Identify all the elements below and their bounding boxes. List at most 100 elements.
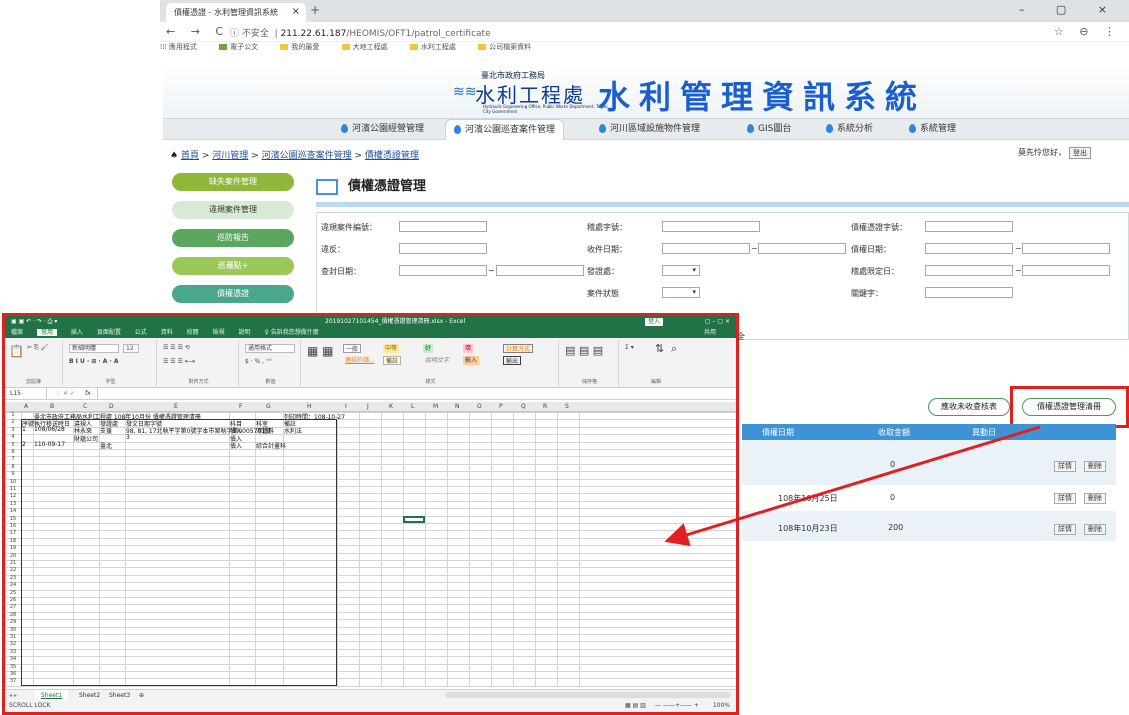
row-number[interactable]: 11 xyxy=(5,486,21,492)
row-number[interactable]: 26 xyxy=(5,597,21,603)
fx-icon[interactable]: fx xyxy=(85,388,91,400)
data-cell[interactable]: 支援 xyxy=(100,426,112,435)
row-number[interactable]: 21 xyxy=(5,560,21,566)
delete-button[interactable]: 刪除 xyxy=(1084,493,1106,504)
number-icons[interactable]: $ · % , ⁺⁰ xyxy=(245,358,272,365)
find-icon[interactable]: ⌕ xyxy=(671,342,677,356)
column-header[interactable]: B xyxy=(50,403,54,410)
tab-file[interactable]: 檔案 xyxy=(11,329,23,336)
column-header[interactable]: G xyxy=(266,403,271,410)
name-box[interactable]: L15 xyxy=(7,388,47,400)
column-header[interactable]: K xyxy=(389,403,393,410)
nav-river-facilities[interactable]: 河川區域設施物件管理 xyxy=(591,119,708,140)
row-number[interactable]: 1 xyxy=(5,412,21,418)
row-number[interactable]: 8 xyxy=(5,464,21,470)
nav-buttons-icon[interactable]: ← → C xyxy=(166,25,229,38)
row-number[interactable]: 12 xyxy=(5,493,21,499)
sidebar-debt-certificate[interactable]: 債權憑證 xyxy=(172,285,294,303)
row-number[interactable]: 36 xyxy=(5,671,21,677)
nav-park-management[interactable]: 河濱公園經營管理 xyxy=(333,119,432,140)
style-explanatory[interactable]: 說明文字 xyxy=(423,356,451,365)
row-number[interactable]: 5 xyxy=(5,442,21,448)
quick-access-icons[interactable]: ▣ ▣ ↶ · ↷ · ⎙ ▾ xyxy=(11,318,57,325)
tab-insert[interactable]: 插入 xyxy=(71,329,83,336)
bookmark-item[interactable]: 電子公文 xyxy=(219,43,268,51)
view-mode-icons[interactable]: ▦ ▤ ▥ xyxy=(625,700,646,712)
nav-analysis[interactable]: 系統分析 xyxy=(818,119,881,140)
doc-date-from[interactable] xyxy=(925,265,1013,276)
style-output[interactable]: 輸出 xyxy=(503,356,522,365)
transfer-date-from[interactable] xyxy=(399,265,487,276)
bookmark-apps[interactable]: ⁞⁞⁞ 應用程式 xyxy=(160,43,207,51)
autosum-icon[interactable]: Σ ▾ xyxy=(625,344,634,351)
number-format-select[interactable]: 通用格式 xyxy=(245,344,295,353)
tab-home[interactable]: 常用 xyxy=(36,329,57,336)
font-size-select[interactable]: 12 xyxy=(123,344,139,353)
data-cell[interactable]: 1 xyxy=(22,426,26,433)
bookmark-folder[interactable]: 我的最愛 xyxy=(280,43,329,51)
column-header[interactable]: Q xyxy=(521,403,526,410)
column-header[interactable]: R xyxy=(543,403,547,410)
column-header[interactable]: D xyxy=(109,403,114,410)
data-cell[interactable]: 財蘊公司 xyxy=(74,434,98,443)
formula-input[interactable] xyxy=(97,388,727,400)
row-number[interactable]: 29 xyxy=(5,619,21,625)
row-number[interactable]: 34 xyxy=(5,656,21,662)
browser-tab[interactable]: 債權憑證 - 水利管理資訊系統 × xyxy=(166,3,306,22)
sidebar-patrol-report[interactable]: 巡防報告 xyxy=(172,229,294,247)
breadcrumb-home[interactable]: 首頁 xyxy=(181,151,199,161)
tab-formulas[interactable]: 公式 xyxy=(135,329,147,336)
row-number[interactable]: 10 xyxy=(5,479,21,485)
row-number[interactable]: 23 xyxy=(5,575,21,581)
case-no-input[interactable] xyxy=(399,221,487,232)
issuer-select[interactable]: ▾ xyxy=(662,265,700,276)
receive-date-from[interactable] xyxy=(662,243,750,254)
bookmark-folder[interactable]: 大地工程處 xyxy=(341,43,398,51)
row-number[interactable]: 14 xyxy=(5,508,21,514)
doc-date-to[interactable] xyxy=(1022,265,1110,276)
zoom-slider[interactable]: — ——+—— + xyxy=(655,700,699,712)
breadcrumb-item[interactable]: 河濱公園巡查案件管理 xyxy=(262,151,352,161)
style-neutral[interactable]: 中等 xyxy=(383,344,400,353)
doc-no-input[interactable] xyxy=(662,221,760,232)
share-button[interactable]: 共用 xyxy=(704,328,716,338)
security-indicator[interactable]: ⓘ 不安全 xyxy=(230,29,269,39)
row-number[interactable]: 19 xyxy=(5,545,21,551)
row-number[interactable]: 3 xyxy=(5,427,21,433)
tab-view[interactable]: 檢視 xyxy=(213,329,225,336)
row-number[interactable]: 25 xyxy=(5,590,21,596)
nav-system[interactable]: 系統管理 xyxy=(901,119,964,140)
sort-filter-icon[interactable]: ⇅ xyxy=(655,342,664,355)
nav-gis[interactable]: GIS圖台 xyxy=(739,119,799,140)
row-number[interactable]: 18 xyxy=(5,538,21,544)
row-number[interactable]: 30 xyxy=(5,627,21,633)
receive-date-to[interactable] xyxy=(758,243,846,254)
style-note[interactable]: 備註 xyxy=(383,356,402,365)
breadcrumb-current[interactable]: 債權憑證管理 xyxy=(365,151,419,161)
data-cell[interactable]: 綜合計畫科 xyxy=(256,441,286,450)
row-number[interactable]: 37 xyxy=(5,678,21,684)
violator-input[interactable] xyxy=(399,243,487,254)
unreceived-check-button[interactable]: 應收未收查核表 xyxy=(928,398,1010,416)
logout-button[interactable]: 登出 xyxy=(1069,147,1091,159)
column-header[interactable]: H xyxy=(307,403,312,410)
style-calculation[interactable]: 計算方式 xyxy=(503,344,534,353)
column-header[interactable]: M xyxy=(433,403,438,410)
worksheet-grid[interactable]: 1 2 3 4 5 6 7 8 9 10 11 12 13 14 15 16 17 18 19 20 21 22 23 24 2… xyxy=(5,412,736,688)
row-number[interactable]: 27 xyxy=(5,604,21,610)
row-number[interactable]: 24 xyxy=(5,582,21,588)
row-number[interactable]: 32 xyxy=(5,641,21,647)
row-number[interactable]: 4 xyxy=(5,434,21,440)
row-number[interactable]: 7 xyxy=(5,456,21,462)
row-number[interactable]: 9 xyxy=(5,471,21,477)
style-normal[interactable]: 一般 xyxy=(343,344,362,353)
column-header[interactable]: I xyxy=(345,403,347,410)
debt-date-to[interactable] xyxy=(1022,243,1110,254)
signin-button[interactable]: 登入 xyxy=(645,318,664,326)
column-header[interactable]: N xyxy=(455,403,460,410)
agency-logo[interactable]: 臺北市政府工務局 ≋≋ 水利工程處 Hydraulic Engineering … xyxy=(453,70,613,114)
row-number[interactable]: 16 xyxy=(5,523,21,529)
row-number[interactable]: 28 xyxy=(5,612,21,618)
row-number[interactable]: 31 xyxy=(5,634,21,640)
style-linked[interactable]: 連結的儲... xyxy=(343,356,377,365)
